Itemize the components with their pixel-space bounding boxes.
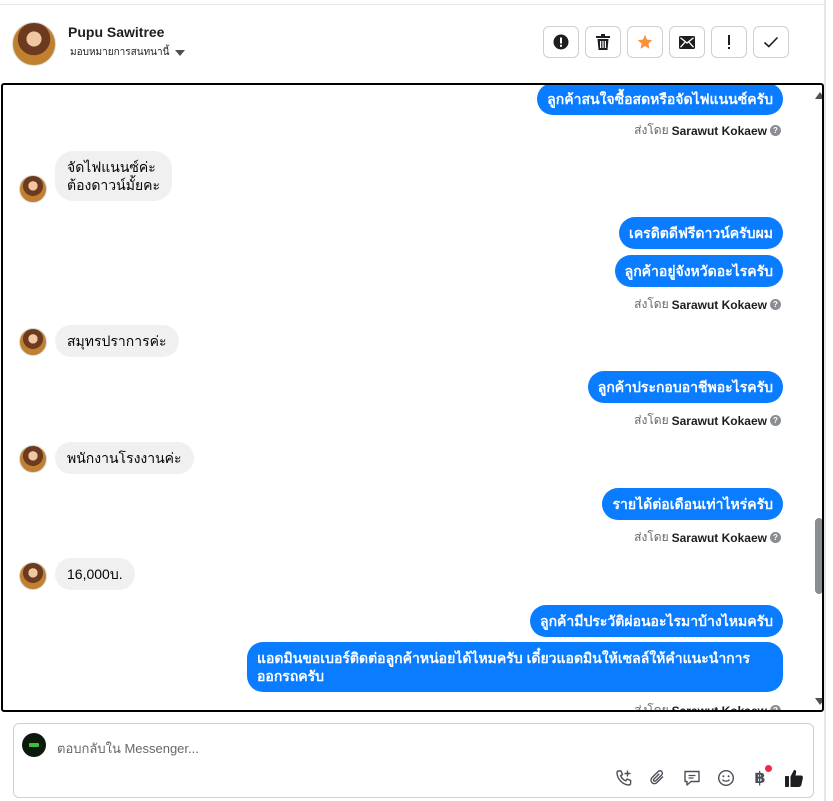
assign-conversation-dropdown[interactable]: มอบหมายการสนทนานี้	[70, 45, 186, 60]
contact-avatar-small[interactable]	[19, 562, 47, 590]
star-icon	[637, 34, 653, 49]
mark-unread-button[interactable]	[669, 26, 705, 58]
composer-toolbar: ฿	[614, 765, 804, 788]
reply-composer[interactable]: ตอบกลับใน Messenger... ฿	[13, 723, 814, 798]
sent-by-prefix: ส่งโดย	[634, 123, 669, 137]
paperclip-icon	[650, 770, 664, 785]
mark-done-button[interactable]	[753, 26, 789, 58]
right-divider	[824, 0, 826, 801]
outgoing-message[interactable]: รายได้ต่อเดือนเท่าไหร่ครับ	[602, 488, 783, 520]
incoming-message[interactable]: 16,000บ.	[55, 558, 135, 590]
sent-by-prefix: ส่งโดย	[634, 297, 669, 311]
call-button[interactable]	[614, 768, 634, 788]
incoming-message[interactable]: พนักงานโรงงานค่ะ	[55, 442, 194, 474]
help-icon[interactable]: ?	[770, 125, 781, 136]
sent-by-label: ส่งโดย Sarawut Kokaew ?	[634, 121, 781, 140]
sent-by-label: ส่งโดย Sarawut Kokaew ?	[634, 701, 781, 712]
delete-button[interactable]	[585, 26, 621, 58]
help-icon[interactable]: ?	[770, 299, 781, 310]
incoming-message[interactable]: สมุทรปราการค่ะ	[55, 325, 179, 357]
emoji-button[interactable]	[716, 768, 736, 788]
contact-name[interactable]: Pupu Sawitree	[68, 24, 164, 40]
sent-by-name: Sarawut Kokaew	[671, 123, 767, 138]
alert-circle-icon	[553, 34, 569, 50]
outgoing-message[interactable]: ลูกค้าประกอบอาชีพอะไรครับ	[587, 371, 783, 403]
help-icon[interactable]: ?	[770, 532, 781, 543]
page-avatar	[22, 733, 46, 757]
attach-button[interactable]	[648, 768, 668, 788]
outgoing-message[interactable]: ลูกค้ามีประวัติผ่อนอะไรมาบ้างไหมครับ	[529, 605, 783, 637]
sent-by-label: ส่งโดย Sarawut Kokaew ?	[634, 295, 781, 314]
like-button[interactable]	[784, 768, 804, 788]
thumbs-up-icon	[785, 769, 803, 787]
reply-input[interactable]: ตอบกลับใน Messenger...	[57, 738, 199, 759]
help-icon[interactable]: ?	[770, 705, 781, 710]
trash-icon	[596, 34, 610, 50]
phone-add-icon	[616, 770, 632, 786]
outgoing-message[interactable]: แอดมินขอเบอร์ติดต่อลูกค้าหน่อยได้ไหมครับ…	[247, 642, 783, 692]
mark-spam-button[interactable]	[543, 26, 579, 58]
smiley-icon	[717, 769, 735, 787]
payment-button[interactable]: ฿	[750, 765, 772, 788]
follow-up-button[interactable]	[711, 26, 747, 58]
outgoing-message[interactable]: เครดิตดีฟรีดาวน์ครับผม	[619, 217, 783, 249]
scroll-up-arrow[interactable]	[815, 92, 822, 99]
incoming-message[interactable]: จัดไฟแนนซ์ค่ะ ต้องดาวน์มั้ยคะ	[55, 151, 173, 201]
sent-by-label: ส่งโดย Sarawut Kokaew ?	[634, 411, 781, 430]
exclamation-icon	[728, 35, 730, 49]
envelope-icon	[679, 35, 695, 49]
sent-by-label: ส่งโดย Sarawut Kokaew ?	[634, 528, 781, 547]
sent-by-prefix: ส่งโดย	[634, 703, 669, 712]
sent-by-name: Sarawut Kokaew	[671, 530, 767, 545]
caret-down-icon	[175, 49, 186, 56]
outgoing-message[interactable]: ลูกค้าอยู่จังหวัดอะไรครับ	[614, 255, 783, 287]
star-button[interactable]	[627, 26, 663, 58]
chat-bubble-icon	[684, 770, 700, 786]
header-actions	[543, 26, 789, 58]
contact-avatar-small[interactable]	[19, 328, 47, 356]
conversation-header: Pupu Sawitree มอบหมายการสนทนานี้	[0, 5, 824, 83]
sent-by-name: Sarawut Kokaew	[671, 413, 767, 428]
sent-by-prefix: ส่งโดย	[634, 530, 669, 544]
message-line: จัดไฟแนนซ์ค่ะ	[67, 159, 156, 175]
notification-dot	[765, 765, 772, 772]
assign-label: มอบหมายการสนทนานี้	[70, 47, 170, 58]
check-icon	[763, 36, 779, 48]
baht-icon: ฿	[754, 770, 766, 787]
contact-avatar-small[interactable]	[19, 445, 47, 473]
sent-by-name: Sarawut Kokaew	[671, 703, 767, 712]
sent-by-prefix: ส่งโดย	[634, 413, 669, 427]
contact-avatar[interactable]	[12, 22, 56, 66]
contact-avatar-small[interactable]	[19, 175, 47, 203]
help-icon[interactable]: ?	[770, 415, 781, 426]
scrollbar-thumb[interactable]	[815, 518, 822, 594]
outgoing-message[interactable]: ลูกค้าสนใจซื้อสดหรือจัดไฟแนนซ์ครับ	[537, 85, 783, 115]
scroll-down-arrow[interactable]	[815, 698, 822, 705]
message-thread[interactable]: ลูกค้าสนใจซื้อสดหรือจัดไฟแนนซ์ครับ ส่งโด…	[1, 83, 824, 712]
message-line: ต้องดาวน์มั้ยคะ	[67, 177, 161, 193]
saved-replies-button[interactable]	[682, 768, 702, 788]
sent-by-name: Sarawut Kokaew	[671, 297, 767, 312]
